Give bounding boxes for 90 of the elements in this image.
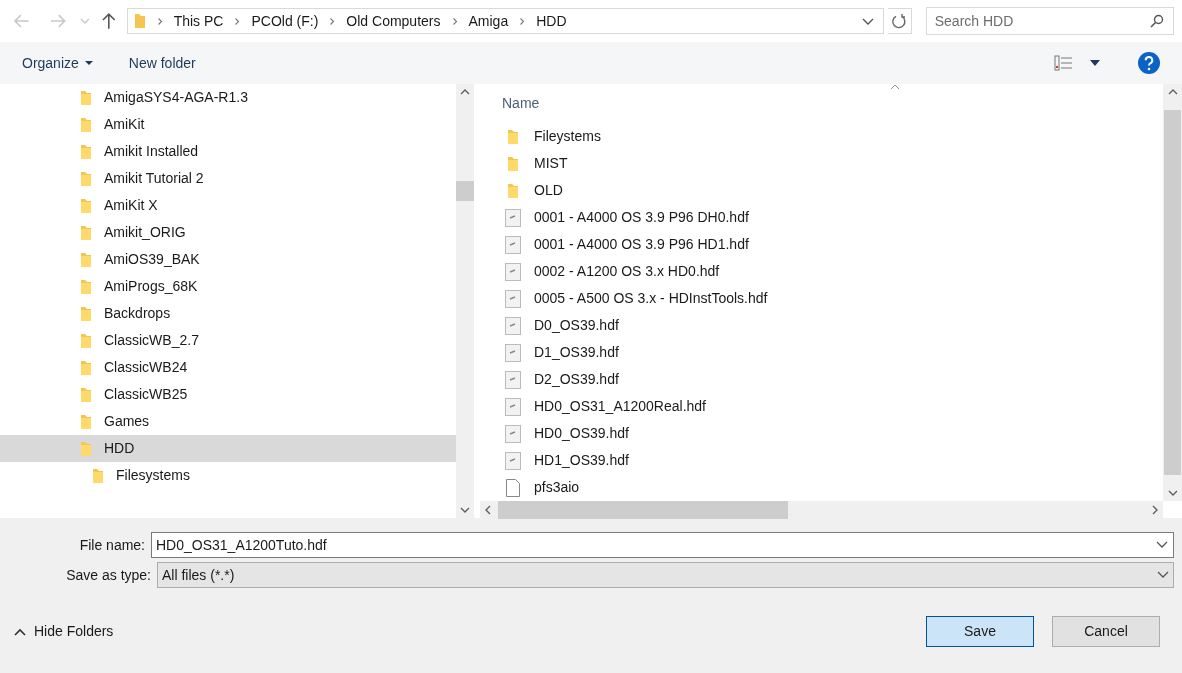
folder-icon [80,332,92,349]
folder-icon [80,89,92,106]
scrollbar-thumb[interactable] [498,501,788,519]
folder-icon [80,440,92,457]
file-item[interactable]: Fileystems [480,123,1163,150]
disk-file-icon [505,343,521,362]
disk-file-icon [505,208,521,227]
field-label: Save as type: [65,565,152,585]
chevron-right-icon [329,16,336,26]
folder-icon [80,278,92,295]
disk-file-icon [505,262,521,281]
disk-file-icon [505,424,521,443]
file-item[interactable]: 0002 - A1200 OS 3.x HD0.hdf [480,258,1163,285]
hide-folders-button[interactable]: Hide Folders [14,621,114,642]
chevron-right-icon [234,16,241,26]
folder-icon [80,224,92,241]
save-type-dropdown[interactable]: All files (*.*) [157,562,1174,588]
chevron-right-icon[interactable] [1151,505,1159,515]
scrollbar-thumb[interactable] [456,181,474,201]
chevron-left-icon[interactable] [484,505,492,515]
breadcrumb[interactable]: Old Computers [346,10,441,32]
breadcrumb[interactable]: This PC [173,10,224,32]
folder-icon [80,143,92,160]
sidebar-item[interactable]: HDD [0,435,456,462]
folder-icon [80,116,92,133]
save-button[interactable]: Save [926,616,1034,647]
scrollbar-thumb[interactable] [1164,110,1181,475]
folder-icon [80,386,92,403]
file-item[interactable]: D2_OS39.hdf [480,366,1163,393]
folder-icon [80,359,92,376]
scrollbar[interactable] [456,84,474,518]
breadcrumb[interactable]: Amiga [468,10,509,32]
cancel-button[interactable]: Cancel [1052,616,1160,647]
chevron-up-icon[interactable] [1167,88,1178,96]
search-field[interactable]: Search HDD [925,7,1174,35]
chevron-down-icon [1157,571,1169,579]
file-name-field[interactable]: HD0_OS31_A1200Tuto.hdf [151,532,1174,558]
folder-icon [80,251,92,268]
refresh-button[interactable] [888,8,912,34]
file-item[interactable]: HD0_OS39.hdf [480,420,1163,447]
disk-file-icon [505,451,521,470]
chevron-up-icon [14,627,26,636]
organize-button[interactable]: Organize [22,48,93,78]
file-item[interactable]: D0_OS39.hdf [480,312,1163,339]
file-item[interactable]: HD1_OS39.hdf [480,447,1163,474]
chevron-right-icon [519,16,526,26]
refresh-icon [891,13,908,29]
scrollbar[interactable] [1163,84,1182,501]
chevron-down-icon[interactable] [1156,541,1168,549]
file-icon [506,478,520,497]
disk-file-icon [505,397,521,416]
file-item[interactable]: 0001 - A4000 OS 3.9 P96 DH0.hdf [480,204,1163,231]
file-item[interactable]: HD0_OS31_A1200Real.hdf [480,393,1163,420]
new-folder-button[interactable]: New folder [128,48,196,78]
folder-icon [80,305,92,322]
folder-icon [80,197,92,214]
chevron-down-icon[interactable] [1167,489,1178,497]
folder-icon [507,182,519,199]
chevron-up-icon[interactable] [460,88,470,96]
chevron-right-icon [451,16,458,26]
file-item[interactable]: D1_OS39.hdf [480,339,1163,366]
file-item[interactable]: 0005 - A500 OS 3.x - HDInstTools.hdf [480,285,1163,312]
folder-icon [507,128,519,145]
field-label: File name: [78,535,146,555]
file-item[interactable]: OLD [480,177,1163,204]
help-icon[interactable] [1138,52,1160,74]
caret-down-icon [84,61,93,65]
view-options-icon[interactable] [1054,55,1074,71]
disk-file-icon [505,289,521,308]
folder-icon [92,467,104,484]
folder-icon [133,13,146,29]
search-icon [1150,14,1164,28]
disk-file-icon [505,370,521,389]
file-item[interactable]: MIST [480,150,1163,177]
sort-up-icon[interactable] [890,84,900,90]
file-item[interactable]: 0001 - A4000 OS 3.9 P96 HD1.hdf [480,231,1163,258]
chevron-right-icon [156,16,163,26]
scrollbar[interactable] [480,501,1163,519]
disk-file-icon [505,316,521,335]
disk-file-icon [505,235,521,254]
breadcrumb[interactable]: HDD [536,10,567,32]
breadcrumb[interactable]: PCOld (F:) [251,10,319,32]
folder-icon [507,155,519,172]
chevron-down-icon[interactable] [460,506,470,514]
caret-down-icon[interactable] [1090,60,1100,66]
folder-icon [80,170,92,187]
address-bar[interactable]: This PC PCOld (F:) Old Computers Amiga HDD [126,8,885,34]
folder-icon [80,413,92,430]
file-item[interactable]: pfs3aio [480,474,1163,501]
column-header[interactable]: Name [502,93,540,116]
